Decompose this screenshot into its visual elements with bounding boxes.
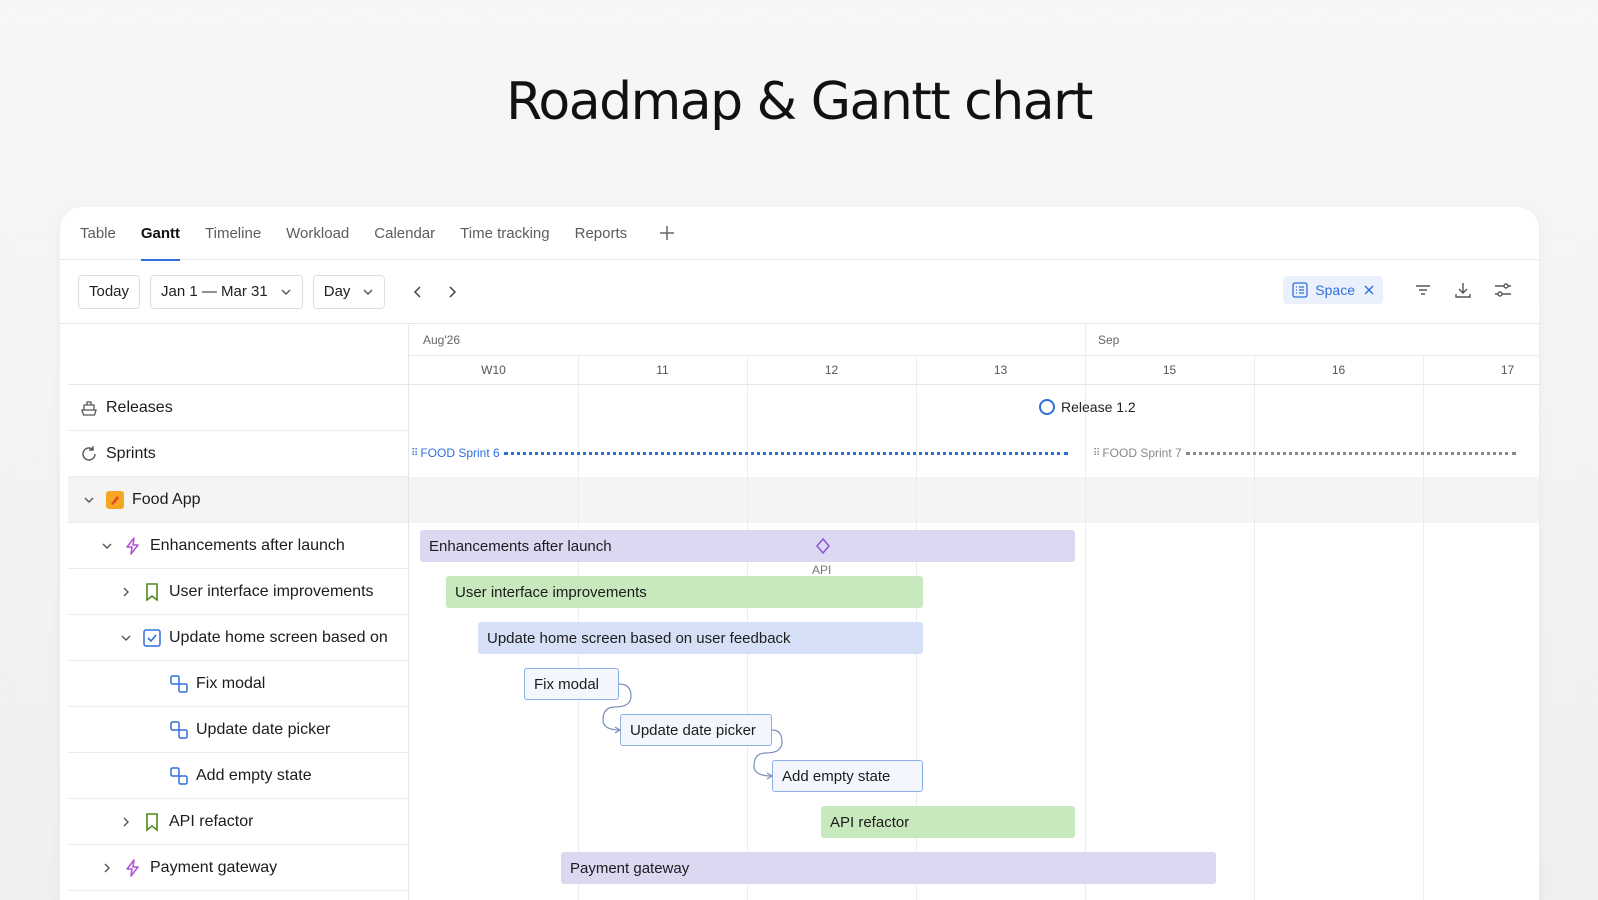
task-list: Releases Sprints Food App Enhancements a… bbox=[60, 325, 409, 900]
sprint-label: FOOD Sprint 7 bbox=[1102, 446, 1182, 460]
row-label: Enhancements after launch bbox=[150, 536, 345, 554]
row-sprints[interactable]: Sprints bbox=[68, 431, 408, 477]
close-icon bbox=[1364, 285, 1374, 295]
dependency-arrows bbox=[602, 683, 783, 780]
prev-period-button[interactable] bbox=[401, 275, 435, 309]
grid-line bbox=[1254, 355, 1255, 900]
row-task-update-home[interactable]: Update home screen based on bbox=[68, 615, 408, 661]
bookmark-icon bbox=[141, 811, 163, 833]
space-filter-label: Space bbox=[1315, 282, 1355, 298]
gantt-app: Table Gantt Timeline Workload Calendar T… bbox=[60, 207, 1539, 900]
chevron-right-icon[interactable] bbox=[117, 813, 135, 831]
chevron-right-icon[interactable] bbox=[98, 859, 116, 877]
add-tab-button[interactable] bbox=[657, 223, 677, 243]
chevron-right-icon bbox=[449, 285, 457, 298]
tab-time-tracking[interactable]: Time tracking bbox=[460, 207, 549, 260]
gantt-body: Releases Sprints Food App Enhancements a… bbox=[60, 325, 1539, 900]
sliders-icon bbox=[1495, 283, 1511, 297]
scale-label: Day bbox=[323, 283, 351, 300]
download-button[interactable] bbox=[1447, 274, 1479, 306]
tab-gantt[interactable]: Gantt bbox=[140, 207, 181, 261]
week-label: 17 bbox=[1500, 363, 1515, 377]
row-label: Add empty state bbox=[196, 766, 312, 784]
gantt-toolbar: Today Jan 1 — Mar 31 Day Space bbox=[60, 260, 1539, 324]
row-label: Releases bbox=[106, 398, 173, 416]
lightning-icon bbox=[122, 535, 144, 557]
plus-icon bbox=[660, 226, 675, 240]
next-period-button[interactable] bbox=[435, 275, 469, 309]
subtask-icon bbox=[168, 719, 190, 741]
date-range-label: Jan 1 — Mar 31 bbox=[161, 283, 268, 300]
chevron-down-icon[interactable] bbox=[117, 629, 135, 647]
sprint-7-bar[interactable]: ⠿ FOOD Sprint 7 bbox=[1093, 446, 1516, 460]
row-label: API refactor bbox=[169, 812, 254, 830]
bar-story-api-refactor[interactable]: API refactor bbox=[821, 806, 1075, 838]
bar-label: API refactor bbox=[830, 813, 910, 831]
chevron-left-icon bbox=[414, 285, 421, 298]
settings-button[interactable] bbox=[1487, 274, 1519, 306]
refresh-icon bbox=[78, 443, 100, 465]
filter-button[interactable] bbox=[1407, 274, 1439, 306]
release-circle-icon bbox=[1039, 399, 1055, 415]
row-label: Sprints bbox=[106, 444, 156, 462]
subtask-icon bbox=[168, 673, 190, 695]
scale-select[interactable]: Day bbox=[312, 274, 386, 309]
row-label: Fix modal bbox=[196, 674, 266, 692]
checkbox-icon bbox=[141, 627, 163, 649]
row-story-ui-improvements[interactable]: User interface improvements bbox=[68, 569, 408, 615]
week-label: 15 bbox=[1162, 363, 1177, 377]
row-subtask-date-picker[interactable]: Update date picker bbox=[68, 707, 408, 753]
ship-icon bbox=[78, 397, 100, 419]
release-label: Release 1.2 bbox=[1061, 399, 1136, 415]
lightning-icon bbox=[122, 857, 144, 879]
row-epic-payment-gateway[interactable]: Payment gateway bbox=[68, 845, 408, 891]
list-icon bbox=[1292, 282, 1308, 298]
date-range-select[interactable]: Jan 1 — Mar 31 bbox=[150, 274, 303, 309]
row-label: Payment gateway bbox=[150, 858, 278, 876]
row-subtask-empty-state[interactable]: Add empty state bbox=[68, 753, 408, 799]
view-tabs: Table Gantt Timeline Workload Calendar T… bbox=[60, 207, 1539, 261]
grid-line bbox=[1423, 355, 1424, 900]
bookmark-icon bbox=[141, 581, 163, 603]
chevron-down-icon bbox=[363, 289, 373, 295]
row-epic-enhancements[interactable]: Enhancements after launch bbox=[68, 523, 408, 569]
download-icon bbox=[1455, 283, 1471, 298]
chevron-down-icon[interactable] bbox=[98, 537, 116, 555]
row-label: Update home screen based on bbox=[169, 628, 388, 646]
tab-workload[interactable]: Workload bbox=[286, 207, 349, 260]
timeline-pane: Aug'26 Sep W10 11 12 13 15 16 17 Release… bbox=[409, 325, 1539, 900]
tab-calendar[interactable]: Calendar bbox=[374, 207, 435, 260]
tab-reports[interactable]: Reports bbox=[575, 207, 628, 260]
chevron-down-icon[interactable] bbox=[80, 491, 98, 509]
bar-epic-payment-gateway[interactable]: Payment gateway bbox=[561, 852, 1216, 884]
filter-icon bbox=[1416, 285, 1430, 295]
row-label: Update date picker bbox=[196, 720, 331, 738]
tab-timeline[interactable]: Timeline bbox=[205, 207, 261, 260]
row-label: User interface improvements bbox=[169, 582, 374, 600]
row-subtask-fix-modal[interactable]: Fix modal bbox=[68, 661, 408, 707]
remove-filter-button[interactable] bbox=[1363, 284, 1375, 296]
row-label: Food App bbox=[132, 490, 201, 508]
sprint-dots bbox=[1185, 451, 1516, 455]
month-label: Sep bbox=[1098, 333, 1120, 347]
row-story-api-refactor[interactable]: API refactor bbox=[68, 799, 408, 845]
bar-label: Payment gateway bbox=[570, 859, 690, 877]
space-filter-chip[interactable]: Space bbox=[1283, 276, 1383, 304]
row-releases[interactable]: Releases bbox=[68, 385, 408, 431]
week-label: 16 bbox=[1331, 363, 1346, 377]
hero-title: Roadmap & Gantt chart bbox=[506, 72, 1093, 132]
project-icon bbox=[104, 489, 126, 511]
subtask-icon bbox=[168, 765, 190, 787]
chevron-down-icon bbox=[281, 289, 291, 295]
task-list-header bbox=[68, 325, 408, 385]
toolbar-right: Space bbox=[1283, 274, 1519, 306]
today-button[interactable]: Today bbox=[78, 274, 141, 309]
tab-table[interactable]: Table bbox=[80, 207, 116, 260]
row-project-food-app[interactable]: Food App bbox=[68, 477, 408, 523]
chevron-right-icon[interactable] bbox=[117, 583, 135, 601]
drag-handle-icon[interactable]: ⠿ bbox=[1093, 448, 1100, 459]
release-marker[interactable]: Release 1.2 bbox=[1039, 399, 1136, 415]
